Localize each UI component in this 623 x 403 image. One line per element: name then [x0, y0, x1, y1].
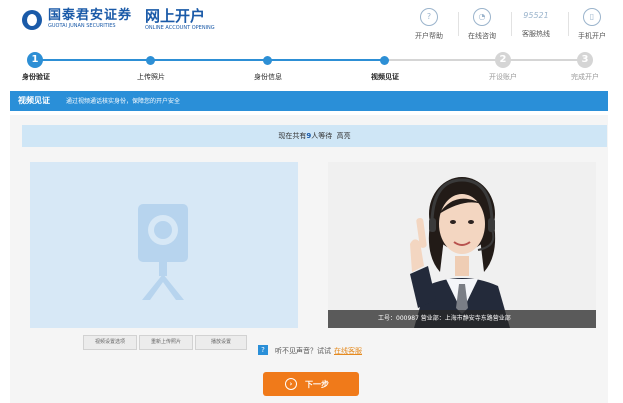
step-video-dot	[380, 56, 389, 65]
queue-status: 高亮	[336, 132, 351, 140]
step-label: 身份验证	[22, 73, 50, 81]
header: 国泰君安证券 GUOTAI JUNAN SECURITIES 网上开户 ONLI…	[0, 0, 623, 44]
camera-control-label: 视频设置选项	[94, 339, 125, 345]
audio-help: 听不见声音？试试 在线客服	[275, 346, 362, 356]
service-title-en: ONLINE ACCOUNT OPENING	[145, 25, 215, 31]
step-label: 完成开户	[571, 73, 599, 81]
step-upload-dot	[146, 56, 155, 65]
step-label: 视频见证	[371, 73, 399, 81]
queue-status-bar: 现在共有9人等待 高亮	[22, 125, 607, 147]
nav-divider	[511, 12, 512, 36]
service-title-cn: 网上开户	[145, 7, 206, 25]
queue-suffix: 人等待	[311, 132, 333, 140]
queue-prefix: 现在共有	[278, 132, 307, 140]
playback-settings-button[interactable]: 播放设置	[195, 335, 247, 350]
agent-info-text: 工号：000987 营业部：上海市静安寺东路营业部	[378, 315, 511, 322]
nav-mobile[interactable]: ▯ 手机开户	[578, 8, 606, 41]
brand-logo-icon	[22, 9, 42, 30]
nav-divider	[458, 12, 459, 36]
nav-chat-label: 在线咨询	[468, 32, 496, 40]
step-label: 身份信息	[254, 73, 282, 81]
step-info-dot	[263, 56, 272, 65]
next-step-button[interactable]: › 下一步	[263, 372, 359, 396]
next-step-label: 下一步	[305, 380, 329, 389]
nav-online-chat[interactable]: ◔ 在线咨询	[468, 8, 496, 41]
brand-name-en: GUOTAI JUNAN SECURITIES	[48, 23, 116, 29]
camera-control-label: 重新上传照片	[150, 339, 181, 345]
section-banner: 视频见证 通过视频通话核实身份，保障您的开户安全	[10, 91, 608, 111]
step-1-badge: 1	[27, 52, 43, 68]
brand-logo[interactable]: 国泰君安证券 GUOTAI JUNAN SECURITIES	[22, 9, 132, 30]
section-title: 视频见证	[18, 96, 50, 105]
chat-icon: ◔	[473, 8, 491, 26]
step-2-badge: 2	[495, 52, 511, 68]
question-icon: ?	[258, 345, 268, 355]
agent-info-caption: 工号：000987 营业部：上海市静安寺东路营业部	[328, 310, 596, 328]
camera-control-label: 播放设置	[210, 339, 231, 345]
mobile-icon: ▯	[583, 8, 601, 26]
agent-video-image	[328, 162, 596, 328]
nav-divider	[568, 12, 569, 36]
step-label: 开设账户	[489, 73, 517, 81]
progress-line-pending	[387, 59, 587, 61]
camera-placeholder-icon	[138, 204, 188, 300]
help-icon: ?	[420, 8, 438, 26]
nav-help-label: 开户帮助	[415, 32, 443, 40]
service-title: 网上开户 ONLINE ACCOUNT OPENING	[145, 7, 215, 32]
online-service-link[interactable]: 在线客服	[334, 347, 362, 355]
nav-mobile-label: 手机开户	[578, 32, 606, 40]
audio-help-question: 听不见声音？试试	[275, 347, 331, 355]
brand-name: 国泰君安证券	[48, 8, 133, 23]
reupload-photo-button[interactable]: 重新上传照片	[139, 335, 193, 350]
section-description: 通过视频通话核实身份，保障您的开户安全	[66, 98, 181, 105]
phone-icon: 95521	[523, 11, 549, 20]
arrow-right-icon: ›	[285, 378, 297, 390]
nav-hotline-label: 客服热线	[522, 30, 550, 38]
step-3-badge: 3	[577, 52, 593, 68]
progress-steps: 1 2 3 身份验证 上传照片 身份信息 视频见证 开设账户 完成开户	[0, 44, 623, 88]
step-label: 上传照片	[137, 73, 165, 81]
video-settings-button[interactable]: 视频设置选项	[83, 335, 137, 350]
user-video-panel	[30, 162, 298, 328]
progress-line-done	[35, 59, 387, 61]
nav-help[interactable]: ? 开户帮助	[415, 8, 443, 41]
nav-hotline[interactable]: 95521 客服热线	[522, 8, 550, 39]
agent-video-panel: 工号：000987 营业部：上海市静安寺东路营业部	[328, 162, 596, 328]
